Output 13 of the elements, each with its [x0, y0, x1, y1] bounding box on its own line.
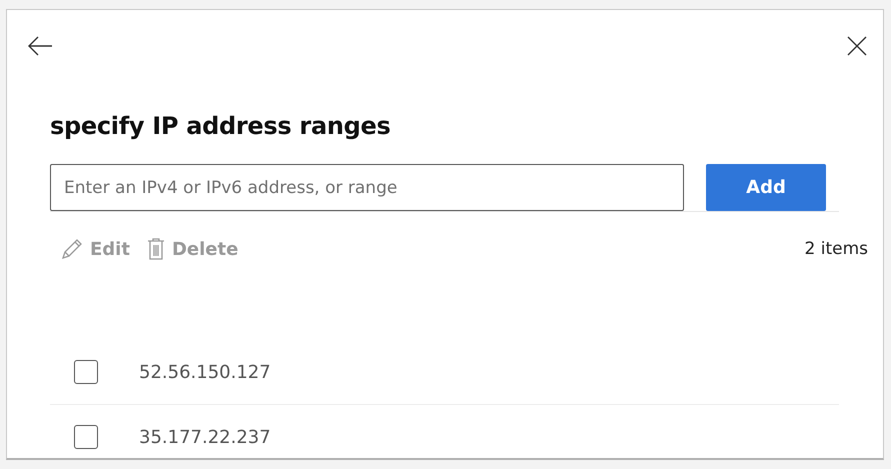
- back-arrow-icon: [27, 36, 53, 56]
- pencil-icon: [60, 237, 84, 261]
- close-button[interactable]: [845, 34, 869, 58]
- row-checkbox[interactable]: [74, 425, 98, 449]
- item-count: 2 items: [804, 239, 868, 259]
- close-icon: [847, 36, 867, 56]
- trash-icon: [146, 237, 166, 261]
- ip-address: 35.177.22.237: [139, 426, 271, 448]
- ip-address: 52.56.150.127: [139, 362, 271, 382]
- add-button[interactable]: Add: [706, 164, 826, 211]
- address-input-field[interactable]: Enter an IPv4 or IPv6 address, or range: [50, 164, 684, 211]
- dialog-title: specify IP address ranges: [50, 112, 392, 140]
- row-checkbox[interactable]: [74, 360, 98, 384]
